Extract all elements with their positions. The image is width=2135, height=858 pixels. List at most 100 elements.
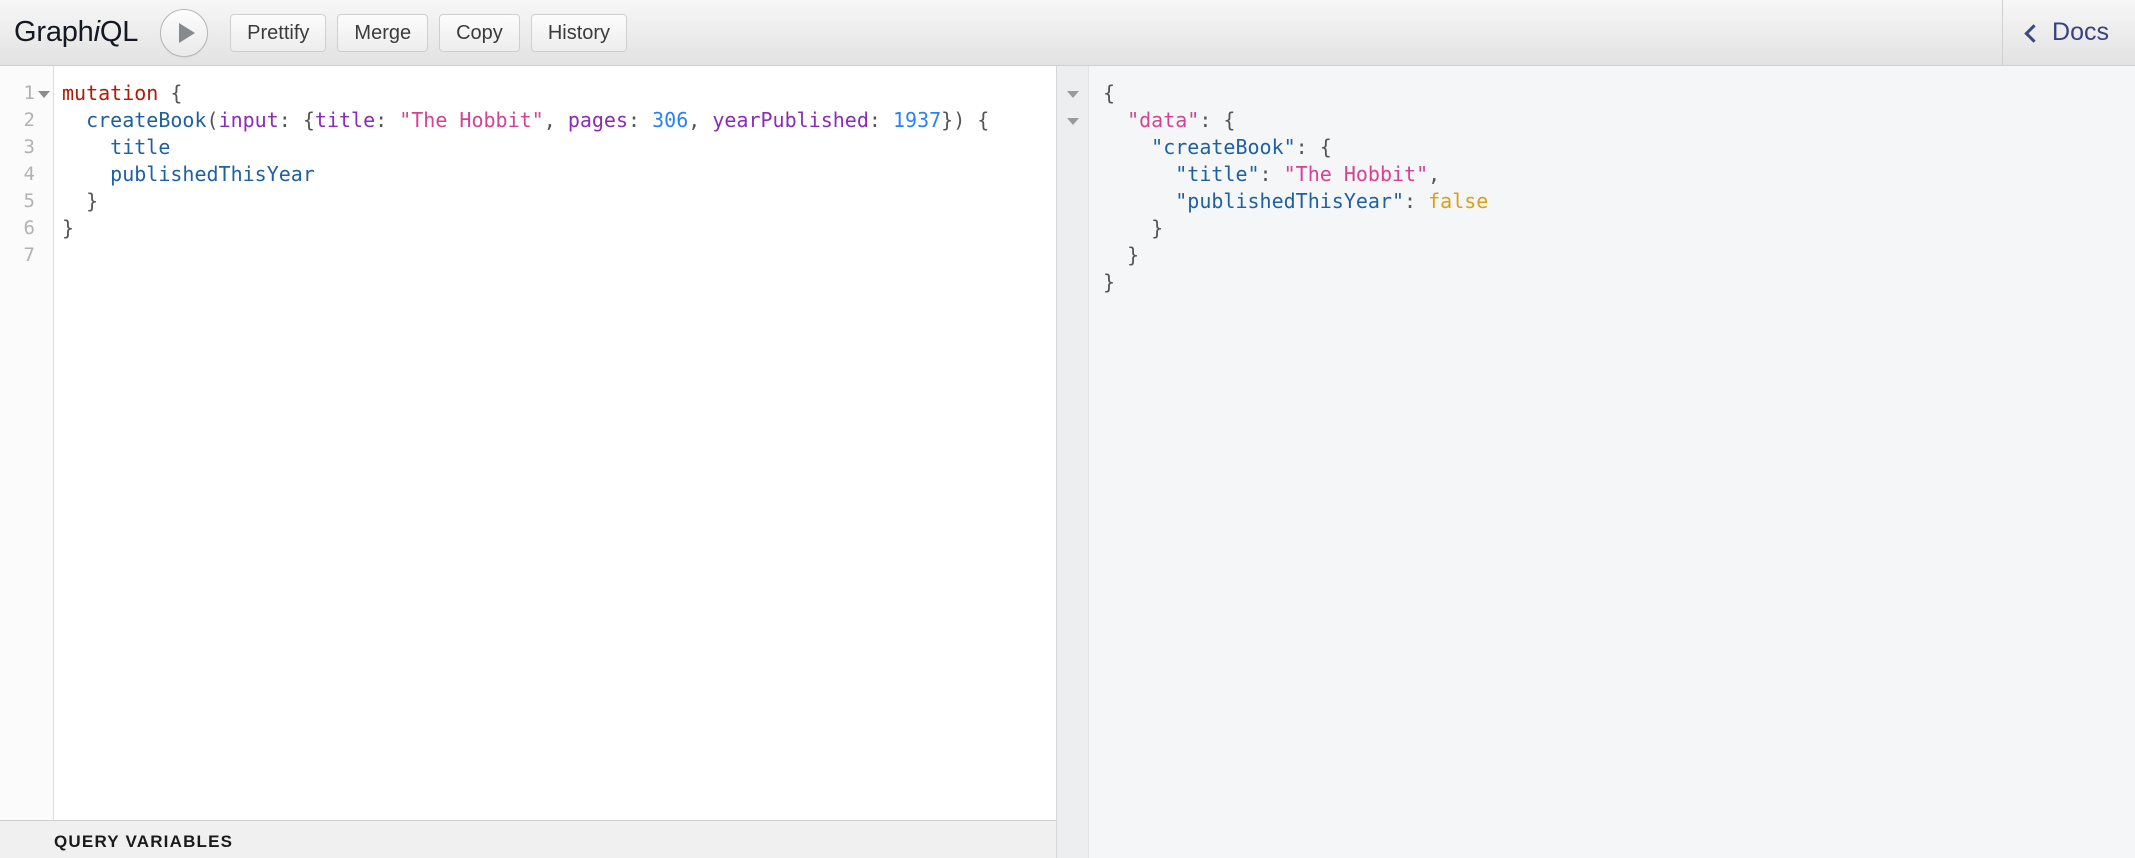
- code-line: }: [62, 188, 1056, 215]
- result-token: [1103, 135, 1151, 159]
- code-token: ,: [543, 108, 568, 132]
- query-line-number-gutter: 12 3 4 5 6 7: [0, 66, 54, 820]
- app-logo: GraphiQL: [14, 16, 138, 49]
- code-token: title: [110, 135, 171, 159]
- code-token: ,: [688, 108, 713, 132]
- toolbar-button-group: Prettify Merge Copy History: [230, 13, 628, 52]
- result-token: {: [1103, 81, 1116, 105]
- history-button[interactable]: History: [530, 13, 628, 52]
- line-number: 2: [23, 109, 35, 131]
- result-token: false: [1428, 189, 1489, 213]
- line-number: 5: [23, 190, 35, 212]
- code-line: }: [62, 215, 1056, 242]
- code-token: : {: [278, 108, 315, 132]
- result-token: }: [1103, 270, 1116, 294]
- code-token: pages: [567, 108, 629, 132]
- line-number: 7: [23, 244, 35, 266]
- code-line: publishedThisYear: [62, 161, 1056, 188]
- code-token: createBook: [86, 108, 207, 132]
- result-token: [1103, 189, 1175, 213]
- code-token: 306: [652, 108, 689, 132]
- code-token: (: [206, 108, 219, 132]
- query-editor[interactable]: 1234567 mutation { createBook(input: {ti…: [0, 66, 1056, 820]
- result-token: :: [1404, 189, 1429, 213]
- result-token: "publishedThisYear": [1175, 189, 1405, 213]
- code-line: title: [62, 134, 1056, 161]
- result-fold-gutter: [1057, 66, 1089, 858]
- fold-triangle-icon[interactable]: [38, 90, 50, 98]
- code-line: createBook(input: {title: "The Hobbit", …: [62, 107, 1056, 134]
- result-pane: { "data": { "createBook": { "title": "Th…: [1057, 66, 2135, 858]
- code-token: :: [375, 108, 400, 132]
- line-number: 3: [23, 136, 35, 158]
- code-line: mutation {: [62, 80, 1056, 107]
- result-line: }: [1103, 269, 2135, 296]
- code-token: input: [218, 108, 279, 132]
- prettify-button[interactable]: Prettify: [230, 13, 327, 52]
- result-token: :: [1259, 162, 1284, 186]
- result-gutter-row: [1057, 80, 1088, 107]
- result-line: "publishedThisYear": false: [1103, 188, 2135, 215]
- logo-suffix: QL: [99, 16, 139, 48]
- result-token: "data": [1127, 108, 1200, 132]
- result-line: {: [1103, 80, 2135, 107]
- fold-triangle-icon[interactable]: [1067, 117, 1079, 125]
- docs-label: Docs: [2052, 18, 2109, 46]
- result-line: "createBook": {: [1103, 134, 2135, 161]
- result-token: }: [1103, 216, 1164, 240]
- result-token: : {: [1199, 108, 1236, 132]
- editor-workspace: 1234567 mutation { createBook(input: {ti…: [0, 66, 2135, 858]
- docs-toggle-button[interactable]: Docs: [2003, 0, 2135, 66]
- result-token: "createBook": [1151, 135, 1296, 159]
- query-column: 1234567 mutation { createBook(input: {ti…: [0, 66, 1057, 858]
- result-gutter-row: [1057, 215, 1088, 242]
- code-token: :: [868, 108, 893, 132]
- graphiql-app: GraphiQL Prettify Merge Copy History Doc…: [0, 0, 2135, 858]
- code-token: publishedThisYear: [110, 162, 315, 186]
- result-token: "The Hobbit": [1283, 162, 1429, 186]
- result-line: }: [1103, 215, 2135, 242]
- result-gutter-row: [1057, 134, 1088, 161]
- chevron-left-icon: [2024, 23, 2043, 43]
- result-token: : {: [1295, 135, 1332, 159]
- result-line: "title": "The Hobbit",: [1103, 161, 2135, 188]
- code-token: }) {: [941, 108, 990, 132]
- code-token: {: [158, 81, 183, 105]
- result-gutter-row: [1057, 161, 1088, 188]
- copy-button[interactable]: Copy: [439, 13, 520, 52]
- code-token: yearPublished: [712, 108, 869, 132]
- result-token: }: [1103, 243, 1140, 267]
- line-number: 4: [23, 163, 35, 185]
- query-code-area[interactable]: mutation { createBook(input: {title: "Th…: [54, 66, 1056, 820]
- result-gutter-row: [1057, 107, 1088, 134]
- merge-button[interactable]: Merge: [337, 13, 429, 52]
- result-token: ,: [1428, 162, 1441, 186]
- code-token: 1937: [892, 108, 942, 132]
- code-token: "The Hobbit": [399, 108, 544, 132]
- logo-prefix: Graph: [14, 16, 94, 48]
- line-number: 6: [23, 217, 35, 239]
- result-token: [1103, 108, 1127, 132]
- result-token: [1103, 162, 1175, 186]
- fold-triangle-icon[interactable]: [1067, 90, 1079, 98]
- result-gutter-row: [1057, 269, 1088, 296]
- query-variables-pane[interactable]: QUERY VARIABLES: [0, 820, 1056, 858]
- result-gutter-row: [1057, 188, 1088, 215]
- result-line: }: [1103, 242, 2135, 269]
- code-token: }: [62, 216, 75, 240]
- result-code-area: { "data": { "createBook": { "title": "Th…: [1089, 66, 2135, 858]
- code-token: }: [62, 189, 99, 213]
- toolbar: GraphiQL Prettify Merge Copy History Doc…: [0, 0, 2135, 66]
- query-variables-title: QUERY VARIABLES: [54, 832, 234, 851]
- result-gutter-row: [1057, 242, 1088, 269]
- result-token: "title": [1175, 162, 1260, 186]
- play-icon: [178, 22, 195, 43]
- code-token: mutation: [62, 81, 159, 105]
- execute-query-button[interactable]: [160, 8, 209, 57]
- result-line: "data": {: [1103, 107, 2135, 134]
- code-token: :: [628, 108, 653, 132]
